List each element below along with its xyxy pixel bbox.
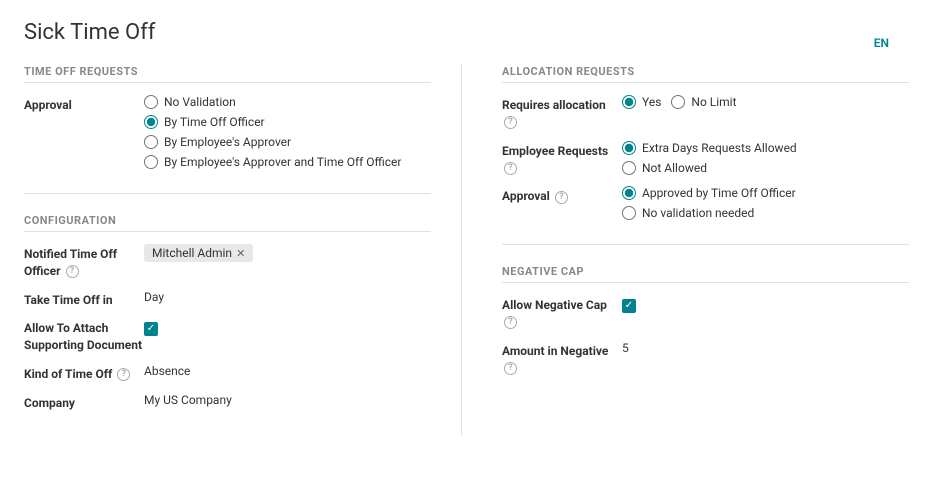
notified-tag-remove[interactable]: ✕ [236, 247, 245, 260]
kind-label: Kind of Time Off ? [24, 364, 144, 383]
radio-by-employees-approver-and-officer[interactable]: By Employee's Approver and Time Off Offi… [144, 155, 431, 169]
allocation-approval-label: Approval ? [502, 186, 622, 205]
amount-negative-help-icon[interactable]: ? [504, 362, 517, 375]
kind-help-icon[interactable]: ? [117, 368, 130, 381]
approval-radio-group: No Validation By Time Off Officer By Emp… [144, 95, 431, 169]
radio-by-employees-approver-label: By Employee's Approver [164, 135, 291, 149]
radio-no-validation-needed-label: No validation needed [642, 206, 754, 220]
allow-attach-checkbox[interactable]: ✓ [144, 322, 158, 336]
requires-allocation-no-limit-label: No Limit [691, 95, 736, 109]
allow-negative-checkbox[interactable]: ✓ [622, 299, 636, 313]
allow-attach-label: Allow To Attach Supporting Document [24, 318, 144, 354]
allow-negative-help-icon[interactable]: ? [504, 316, 517, 329]
allocation-approval-radio-group: Approved by Time Off Officer No validati… [622, 186, 909, 220]
radio-no-validation-needed[interactable]: No validation needed [622, 206, 909, 220]
config-section-title: CONFIGURATION [24, 214, 431, 232]
amount-negative-value: 5 [622, 339, 629, 355]
employee-requests-label: Employee Requests ? [502, 141, 622, 177]
allow-negative-label: Allow Negative Cap ? [502, 295, 622, 331]
requires-allocation-label: Requires allocation ? [502, 95, 622, 131]
timeoff-section-title: TIME OFF REQUESTS [24, 65, 431, 83]
take-time-off-value: Day [144, 288, 164, 304]
radio-not-allowed[interactable]: Not Allowed [622, 161, 909, 175]
radio-approved-by-officer-label: Approved by Time Off Officer [642, 186, 796, 200]
employee-requests-help-icon[interactable]: ? [504, 162, 517, 175]
language-badge[interactable]: EN [874, 36, 889, 50]
radio-no-validation-label: No Validation [164, 95, 236, 109]
notified-tag-text: Mitchell Admin [152, 246, 232, 260]
radio-approved-by-officer[interactable]: Approved by Time Off Officer [622, 186, 909, 200]
company-label: Company [24, 393, 144, 412]
radio-by-time-off-officer[interactable]: By Time Off Officer [144, 115, 431, 129]
radio-extra-days[interactable]: Extra Days Requests Allowed [622, 141, 909, 155]
radio-extra-days-label: Extra Days Requests Allowed [642, 141, 797, 155]
requires-allocation-yes[interactable]: Yes [622, 95, 661, 109]
requires-allocation-yes-label: Yes [642, 95, 661, 109]
allocation-approval-help-icon[interactable]: ? [555, 191, 568, 204]
radio-by-time-off-officer-label: By Time Off Officer [164, 115, 265, 129]
notified-label: Notified Time Off Officer ? [24, 244, 144, 280]
requires-allocation-no-limit[interactable]: No Limit [671, 95, 736, 109]
negative-cap-section-title: NEGATIVE CAP [502, 265, 909, 283]
notified-help-icon[interactable]: ? [66, 265, 79, 278]
page-title: Sick Time Off [24, 20, 909, 45]
radio-by-employees-approver-and-officer-label: By Employee's Approver and Time Off Offi… [164, 155, 401, 169]
radio-no-validation[interactable]: No Validation [144, 95, 431, 109]
approval-label: Approval [24, 95, 144, 114]
company-value: My US Company [144, 391, 232, 407]
employee-requests-radio-group: Extra Days Requests Allowed Not Allowed [622, 141, 909, 175]
radio-by-employees-approver[interactable]: By Employee's Approver [144, 135, 431, 149]
radio-not-allowed-label: Not Allowed [642, 161, 707, 175]
amount-negative-label: Amount in Negative ? [502, 341, 622, 377]
notified-tag: Mitchell Admin ✕ [144, 244, 253, 262]
allocation-section-title: ALLOCATION REQUESTS [502, 65, 909, 83]
take-time-off-label: Take Time Off in [24, 290, 144, 309]
kind-value: Absence [144, 362, 190, 378]
requires-allocation-help-icon[interactable]: ? [504, 116, 517, 129]
